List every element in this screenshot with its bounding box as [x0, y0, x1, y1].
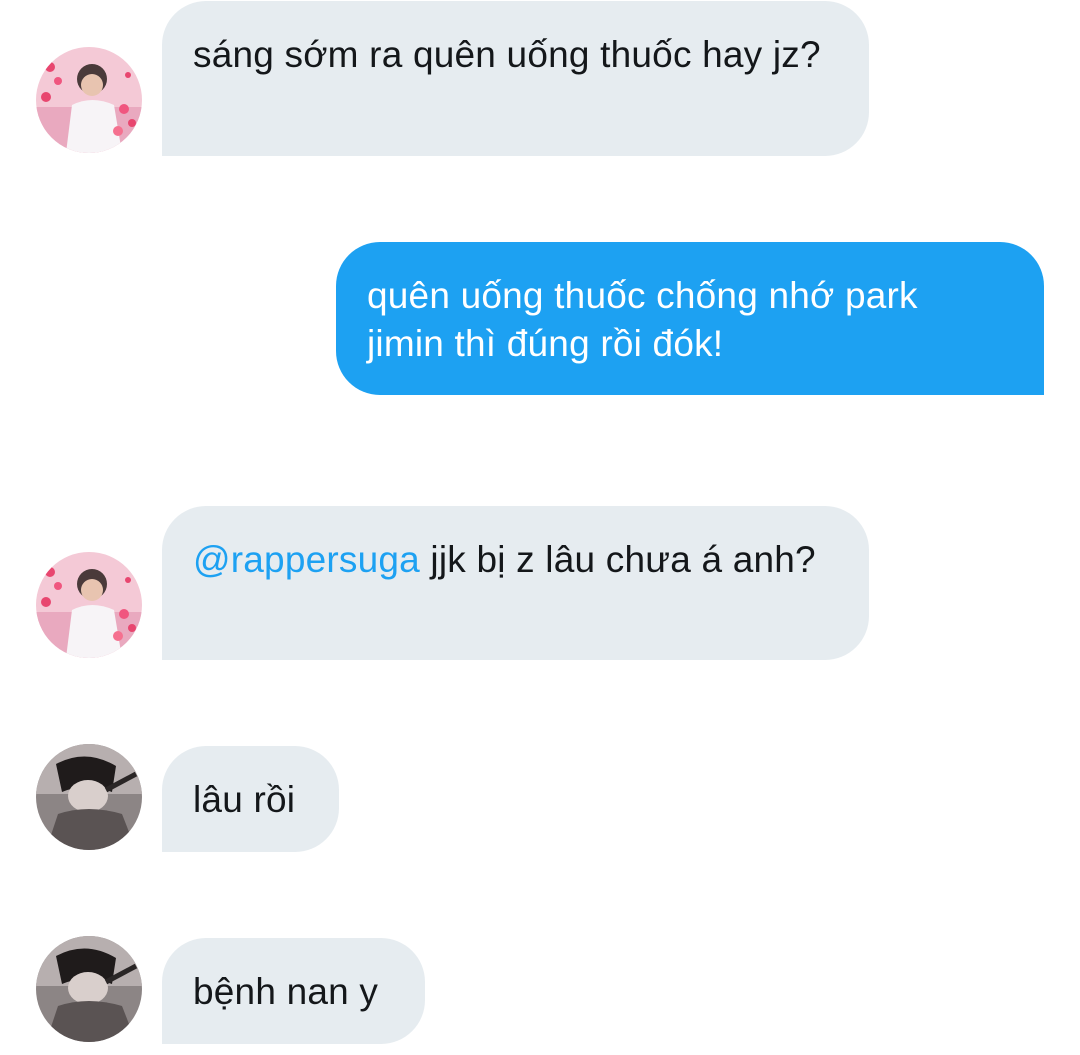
- message-text: sáng sớm ra quên uống thuốc hay jz?: [193, 34, 821, 75]
- avatar-dark[interactable]: [36, 936, 142, 1042]
- message-bubble-incoming[interactable]: sáng sớm ra quên uống thuốc hay jz?: [162, 1, 869, 156]
- message-bubble-incoming[interactable]: bệnh nan y: [162, 938, 425, 1044]
- user-avatar-image: [36, 47, 142, 153]
- message-text: quên uống thuốc chống nhớ park jimin thì…: [367, 275, 918, 364]
- message-text: bệnh nan y: [193, 971, 379, 1012]
- message-text: lâu rồi: [193, 779, 296, 820]
- avatar-pink[interactable]: [36, 552, 142, 658]
- user-avatar-image: [36, 552, 142, 658]
- message-bubble-outgoing[interactable]: quên uống thuốc chống nhớ park jimin thì…: [336, 242, 1044, 395]
- message-bubble-incoming[interactable]: lâu rồi: [162, 746, 339, 852]
- avatar-dark[interactable]: [36, 744, 142, 850]
- user-avatar-image: [36, 936, 142, 1042]
- message-bubble-incoming[interactable]: @rappersuga jjk bị z lâu chưa á anh?: [162, 506, 869, 660]
- mention-link[interactable]: @rappersuga: [193, 539, 420, 580]
- message-text: jjk bị z lâu chưa á anh?: [419, 539, 816, 580]
- user-avatar-image: [36, 744, 142, 850]
- avatar-pink[interactable]: [36, 47, 142, 153]
